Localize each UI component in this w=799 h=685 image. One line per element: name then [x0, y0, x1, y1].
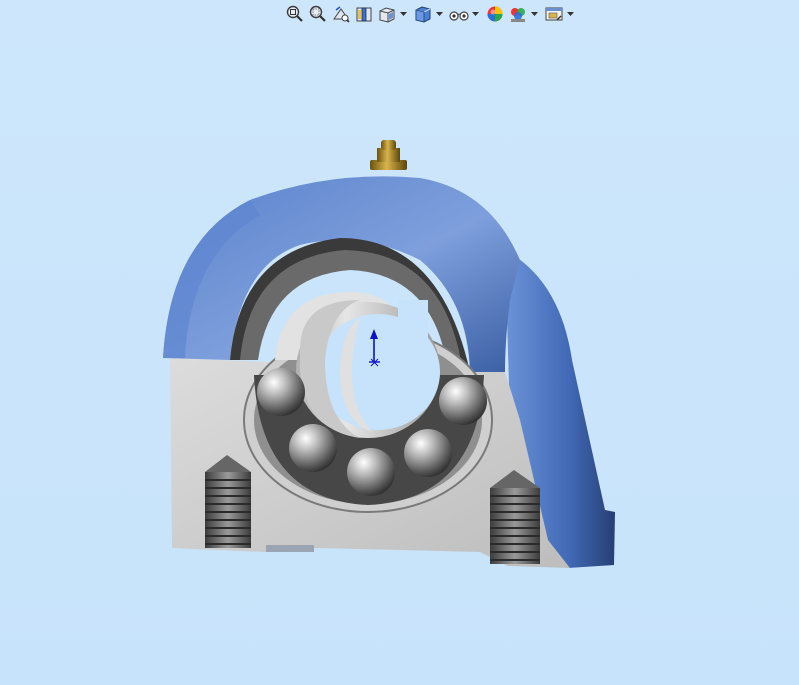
- bearing-ball: [404, 429, 452, 477]
- mounting-bolt-left: [205, 455, 251, 548]
- pillow-block-bearing-model[interactable]: [0, 0, 799, 685]
- base-notch: [266, 545, 314, 552]
- bearing-ball: [289, 424, 337, 472]
- mounting-bolt-right: [490, 470, 540, 564]
- bearing-ball: [257, 368, 305, 416]
- bearing-ball: [347, 448, 395, 496]
- bearing-ball: [439, 377, 487, 425]
- graphics-area[interactable]: [0, 0, 799, 685]
